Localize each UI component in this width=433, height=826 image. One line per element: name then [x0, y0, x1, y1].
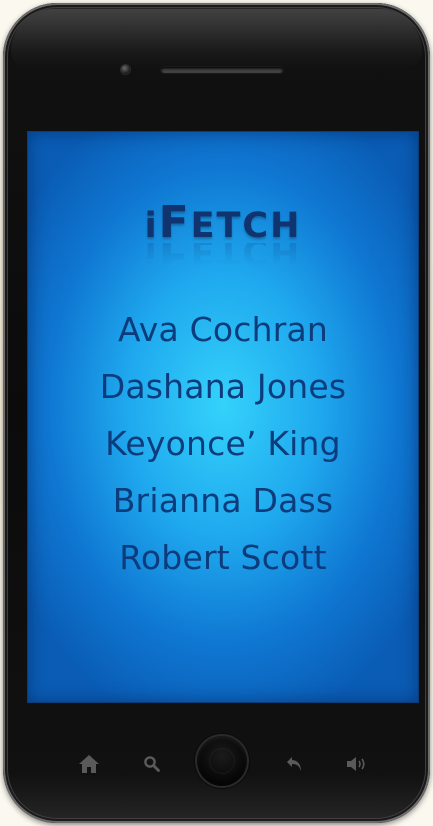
search-icon[interactable] — [140, 753, 164, 775]
name-list: Ava Cochran Dashana Jones Keyonce’ King … — [27, 301, 419, 586]
earpiece-speaker — [161, 67, 283, 73]
volume-icon[interactable] — [344, 753, 368, 775]
app-title-reflection: iFETCH — [144, 243, 302, 265]
phone-screen: iFETCH iFETCH Ava Cochran Dashana Jones … — [27, 131, 419, 703]
app-title-f: F — [158, 197, 191, 248]
app-title-etch: ETCH — [190, 206, 302, 246]
name-item[interactable]: Ava Cochran — [27, 301, 419, 358]
front-camera — [121, 65, 130, 74]
app-title-i: i — [144, 206, 159, 246]
home-icon[interactable] — [77, 753, 101, 775]
name-item[interactable]: Keyonce’ King — [27, 415, 419, 472]
name-item[interactable]: Brianna Dass — [27, 472, 419, 529]
home-button[interactable] — [197, 736, 247, 786]
app-title: iFETCH — [27, 197, 419, 248]
hardware-nav-bar — [3, 733, 430, 793]
name-item[interactable]: Robert Scott — [27, 529, 419, 586]
phone-frame: iFETCH iFETCH Ava Cochran Dashana Jones … — [3, 3, 430, 823]
name-item[interactable]: Dashana Jones — [27, 358, 419, 415]
back-icon[interactable] — [283, 753, 307, 775]
